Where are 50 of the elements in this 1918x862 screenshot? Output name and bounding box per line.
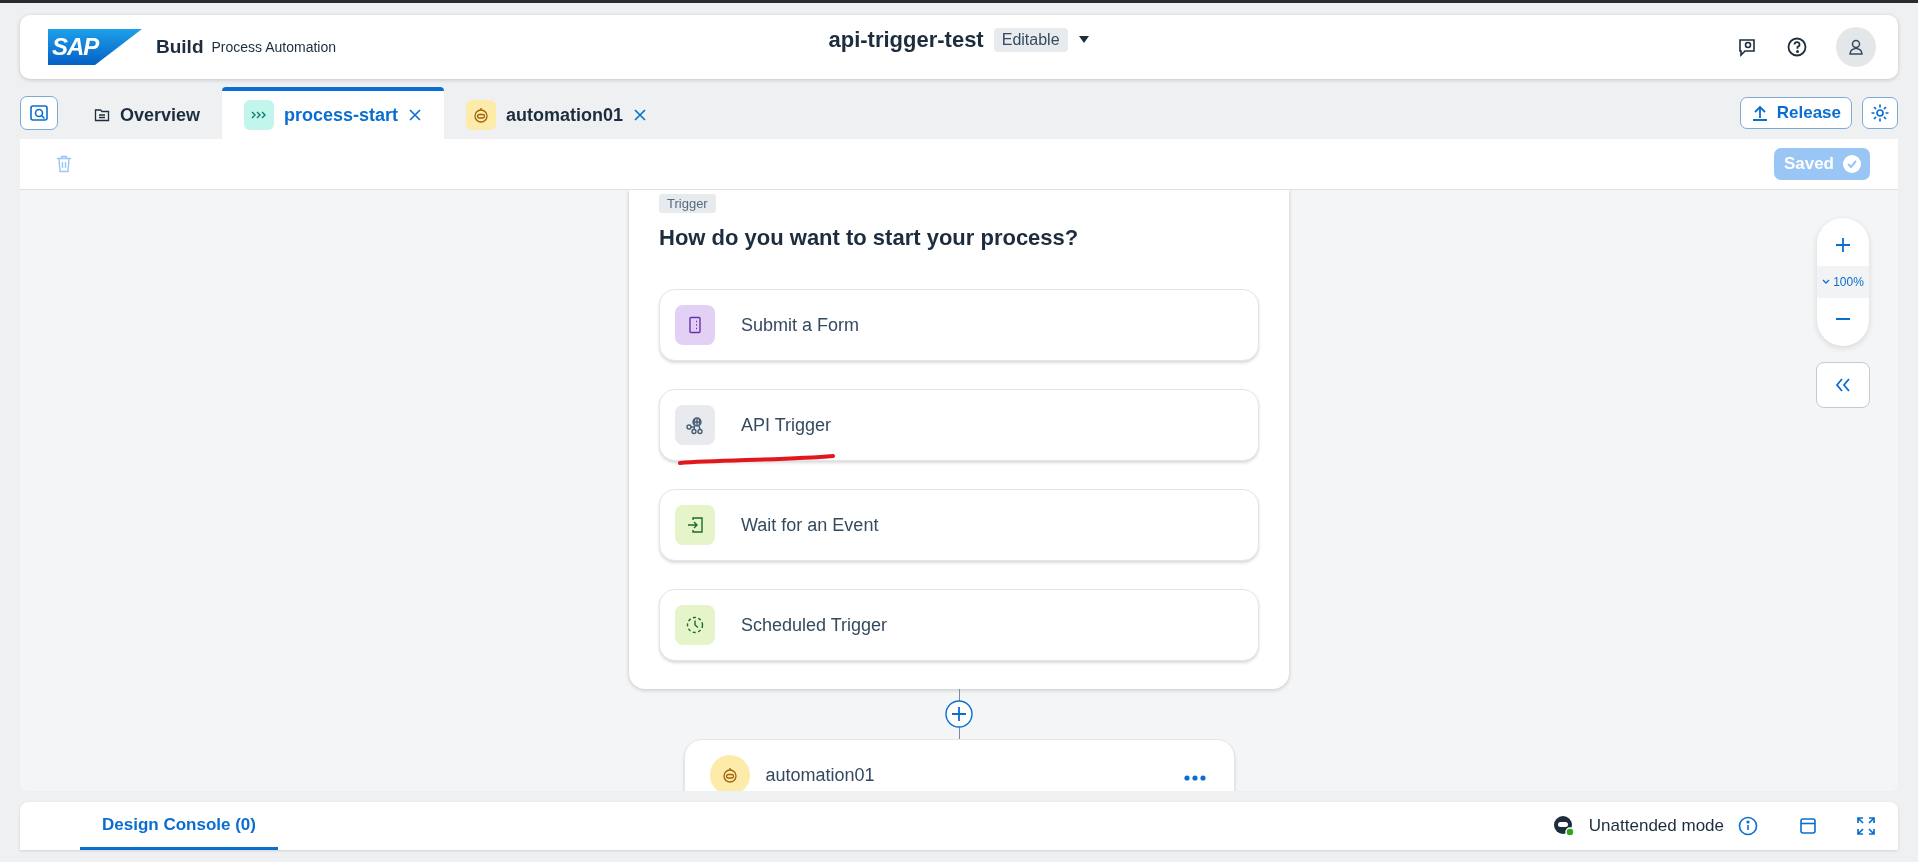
trigger-option[interactable]: Wait for an Event xyxy=(659,489,1259,561)
close-icon[interactable] xyxy=(633,108,648,122)
project-title: api-trigger-test xyxy=(828,27,984,53)
person-icon xyxy=(1847,38,1865,56)
trigger-tag: Trigger xyxy=(659,194,716,213)
zoom-out-icon[interactable] xyxy=(1835,317,1851,321)
release-button[interactable]: Release xyxy=(1739,97,1852,129)
trigger-option[interactable]: Scheduled Trigger xyxy=(659,589,1259,661)
tab[interactable]: automation01 xyxy=(444,87,670,139)
automation-step-card[interactable]: automation01 xyxy=(683,739,1235,791)
console-tab[interactable]: Design Console (0) xyxy=(80,802,278,850)
chat-icon[interactable] xyxy=(1736,36,1758,58)
tab[interactable]: process-start xyxy=(222,87,445,139)
settings-icon xyxy=(1870,103,1890,123)
more-icon[interactable] xyxy=(1183,775,1206,781)
help-icon[interactable] xyxy=(1786,36,1808,58)
close-icon[interactable] xyxy=(408,108,423,122)
zoom-in-icon[interactable] xyxy=(1835,237,1851,253)
app-name: Build xyxy=(156,36,204,58)
enter-icon xyxy=(675,505,715,545)
status-badge: Editable xyxy=(993,28,1068,52)
tab[interactable]: Overview xyxy=(72,87,223,139)
clock-icon xyxy=(675,605,715,645)
robot-icon xyxy=(466,100,497,130)
avatar[interactable] xyxy=(1836,27,1876,67)
upload-icon xyxy=(1750,104,1769,122)
caret-icon[interactable] xyxy=(1077,35,1090,45)
check-icon xyxy=(1842,154,1862,174)
info-icon[interactable] xyxy=(1738,816,1758,836)
add-step-icon[interactable] xyxy=(944,700,973,728)
network-icon xyxy=(675,405,715,445)
trigger-option[interactable]: API Trigger xyxy=(659,389,1259,461)
mode-label: Unattended mode xyxy=(1588,816,1724,836)
trigger-option[interactable]: Submit a Form xyxy=(659,289,1259,361)
robot-status-icon xyxy=(1552,815,1575,837)
logo: SAP xyxy=(48,29,142,65)
form-icon xyxy=(675,305,715,345)
double-chevron-icon xyxy=(1835,378,1851,392)
chevrons-icon xyxy=(244,100,275,130)
folder-icon xyxy=(94,107,110,123)
chevron-down-icon xyxy=(1822,279,1831,285)
product-name: Process Automation xyxy=(211,39,336,55)
search-button[interactable] xyxy=(20,96,58,130)
search-icon xyxy=(29,103,49,123)
panel-icon[interactable] xyxy=(1798,816,1818,836)
fullscreen-icon[interactable] xyxy=(1856,816,1876,836)
settings-button[interactable] xyxy=(1862,97,1898,129)
zoom-level-dropdown[interactable]: 100% xyxy=(1817,266,1869,298)
card-question: How do you want to start your process? xyxy=(659,225,1080,251)
robot-icon xyxy=(709,755,750,791)
